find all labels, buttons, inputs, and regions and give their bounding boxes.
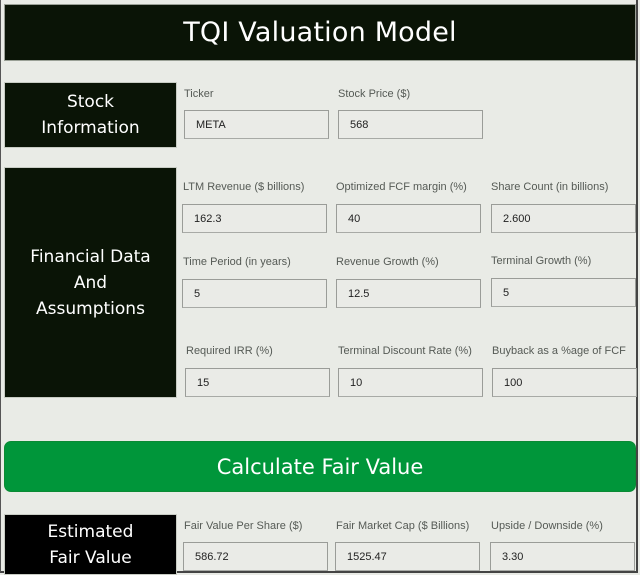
fair-value-per-share-label: Fair Value Per Share ($)	[184, 520, 303, 532]
buyback-label: Buyback as a %age of FCF	[492, 345, 626, 357]
share-count-label: Share Count (in billions)	[491, 181, 609, 193]
fair-market-cap-output[interactable]	[335, 542, 480, 571]
financial-data-panel: Financial Data And Assumptions	[4, 167, 177, 398]
terminal-discount-rate-input[interactable]	[338, 368, 483, 397]
ticker-input[interactable]	[184, 110, 329, 139]
time-period-input[interactable]	[182, 279, 327, 308]
ltm-revenue-label: LTM Revenue ($ billions)	[183, 181, 305, 193]
revenue-growth-input[interactable]	[336, 279, 481, 308]
required-irr-label: Required IRR (%)	[186, 345, 273, 357]
section-title: Estimated Fair Value	[47, 521, 134, 568]
upside-downside-label: Upside / Downside (%)	[491, 520, 603, 532]
stock-information-panel: Stock Information	[4, 82, 177, 148]
stock-price-input[interactable]	[338, 110, 483, 139]
stock-price-label: Stock Price ($)	[338, 88, 411, 100]
fcf-margin-label: Optimized FCF margin (%)	[336, 181, 467, 193]
buyback-input[interactable]	[492, 368, 637, 397]
section-title: Financial Data And Assumptions	[30, 246, 151, 319]
fair-value-per-share-output[interactable]	[183, 542, 328, 571]
header: TQI Valuation Model	[4, 4, 636, 61]
terminal-growth-input[interactable]	[491, 278, 636, 307]
upside-downside-output[interactable]	[490, 542, 635, 571]
terminal-growth-label: Terminal Growth (%)	[491, 255, 592, 267]
share-count-input[interactable]	[491, 204, 636, 233]
fcf-margin-input[interactable]	[336, 204, 481, 233]
page-title: TQI Valuation Model	[183, 17, 457, 48]
ltm-revenue-input[interactable]	[182, 204, 327, 233]
terminal-discount-rate-label: Terminal Discount Rate (%)	[338, 345, 472, 357]
estimated-fair-value-panel: Estimated Fair Value	[4, 514, 177, 575]
section-title: Stock Information	[41, 92, 140, 138]
time-period-label: Time Period (in years)	[183, 256, 291, 268]
ticker-label: Ticker	[184, 88, 214, 100]
calculate-fair-value-button[interactable]: Calculate Fair Value	[4, 441, 636, 492]
fair-market-cap-label: Fair Market Cap ($ Billions)	[336, 520, 470, 532]
revenue-growth-label: Revenue Growth (%)	[336, 256, 439, 268]
required-irr-input[interactable]	[185, 368, 330, 397]
